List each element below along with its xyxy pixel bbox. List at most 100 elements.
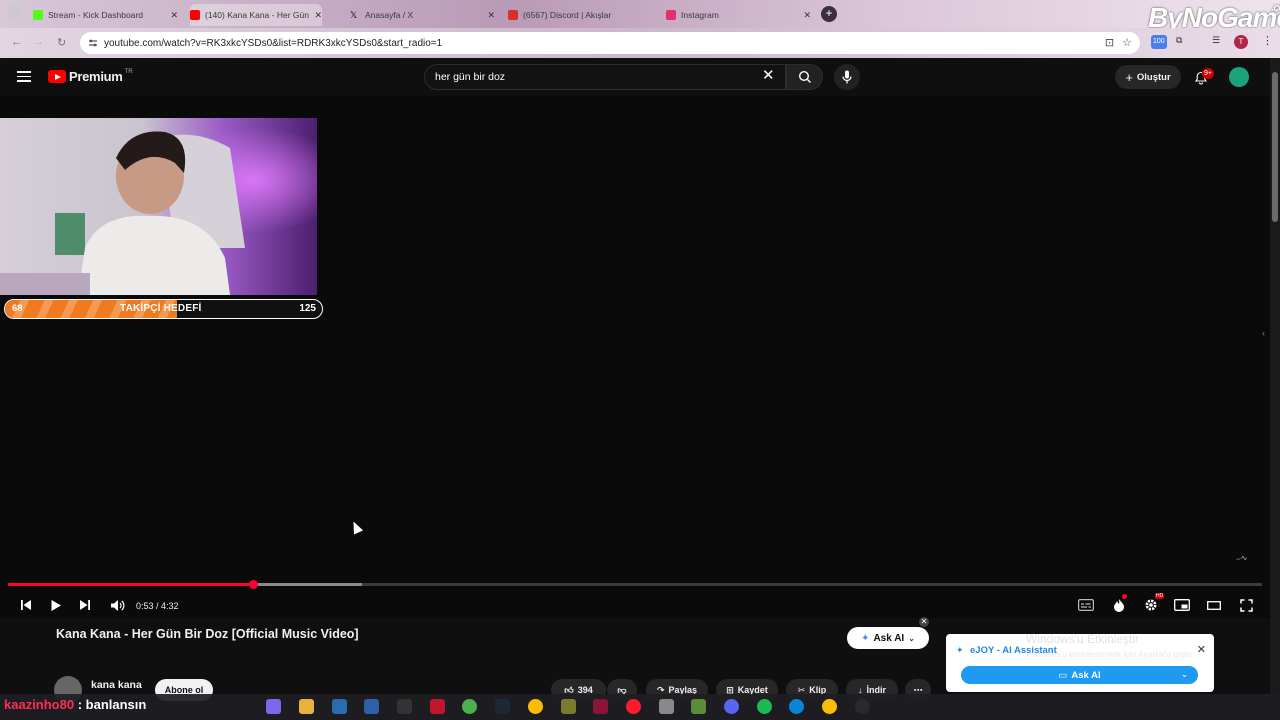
webcam-overlay: [0, 118, 317, 295]
opera-icon[interactable]: [626, 699, 641, 714]
sparkle-icon: ✦: [861, 632, 870, 644]
discord-icon: [508, 10, 518, 20]
youtube-logo[interactable]: Premium TR: [48, 69, 133, 84]
video-player[interactable]: 68 TAKİPÇİ HEDEFİ 125 ‹ ~∿ 0:53 / 4:32 H…: [0, 96, 1270, 618]
search-icon: [798, 70, 811, 83]
tab-youtube[interactable]: (140) Kana Kana - Her Gün ✕: [190, 4, 322, 26]
youtube-icon: [190, 10, 200, 20]
address-bar[interactable]: youtube.com/watch?v=RK3xkcYSDs0&list=RDR…: [80, 32, 1140, 54]
theater-mode-button[interactable]: [1205, 596, 1223, 614]
menu-icon[interactable]: [17, 71, 31, 82]
install-app-icon[interactable]: ⊡: [1105, 36, 1114, 49]
bookmark-star-icon[interactable]: ☆: [1122, 36, 1132, 49]
player-controls: 0:53 / 4:32 HD: [0, 592, 1270, 618]
miniplayer-button[interactable]: [1173, 596, 1191, 614]
browser-more-icon[interactable]: ⋮: [1262, 34, 1273, 48]
outlook-icon[interactable]: [332, 699, 347, 714]
tab-kick-dashboard[interactable]: Stream - Kick Dashboard ✕: [33, 4, 178, 26]
browser-menu-icon[interactable]: [8, 6, 22, 20]
taskbar-app-icon[interactable]: [266, 699, 281, 714]
scrollbar-thumb[interactable]: [1272, 72, 1278, 222]
taskbar-app-icon[interactable]: [462, 699, 477, 714]
fullscreen-button[interactable]: [1237, 596, 1255, 614]
tab-close-icon[interactable]: ✕: [170, 10, 178, 21]
site-settings-icon[interactable]: [88, 38, 98, 48]
browser-tab-strip: Stream - Kick Dashboard ✕ (140) Kana Kan…: [0, 0, 1280, 33]
tab-discord[interactable]: (6567) Discord | Akışlar: [508, 4, 653, 26]
new-tab-button[interactable]: +: [821, 6, 837, 22]
notifications-badge: 9+: [1202, 68, 1214, 79]
profile-avatar[interactable]: T: [1234, 35, 1248, 49]
forward-icon[interactable]: →: [33, 36, 44, 48]
taskbar-app-icon[interactable]: [364, 699, 379, 714]
account-avatar[interactable]: [1229, 67, 1249, 87]
chat-message: : banlansın: [74, 697, 147, 712]
tab-x[interactable]: 𝕏 Anasayfa / X ✕: [350, 4, 495, 26]
kick-icon: [33, 10, 43, 20]
mouse-cursor-icon: [348, 519, 364, 535]
settings-button[interactable]: HD: [1142, 593, 1165, 614]
search-button[interactable]: [786, 64, 823, 90]
ejoy-close-icon[interactable]: ✕: [1197, 643, 1206, 656]
mute-button[interactable]: [108, 596, 126, 614]
chevron-down-icon: ⌄: [908, 633, 915, 643]
tab-instagram[interactable]: Instagram ✕: [666, 4, 811, 26]
search-input[interactable]: her gün bir doz: [424, 64, 786, 90]
instagram-icon: [666, 10, 676, 20]
logo-text: Premium: [69, 69, 123, 84]
extensions-icon[interactable]: ⧉: [1176, 35, 1182, 49]
brand-suffix: .com: [1271, 2, 1280, 14]
discord-app-icon[interactable]: [724, 699, 739, 714]
reading-list-icon[interactable]: ☰: [1212, 35, 1220, 49]
tab-title: Stream - Kick Dashboard: [48, 10, 143, 20]
create-button[interactable]: + Oluştur: [1115, 65, 1181, 89]
video-title: Kana Kana - Her Gün Bir Doz [Official Mu…: [56, 627, 359, 641]
youtube-masthead: Premium TR her gün bir doz ✕ + Oluştur 9…: [0, 58, 1270, 96]
subtitles-button[interactable]: [1077, 596, 1095, 614]
play-button[interactable]: [48, 596, 64, 614]
spotify-icon[interactable]: [757, 699, 772, 714]
skip-previous-icon: [21, 600, 31, 610]
close-icon[interactable]: ✕: [919, 617, 929, 627]
steam-icon[interactable]: [495, 699, 510, 714]
extension-badge[interactable]: 100: [1151, 35, 1167, 49]
ambient-mode-button[interactable]: [1110, 594, 1128, 614]
page-scrollbar[interactable]: [1270, 58, 1280, 694]
minecraft-icon[interactable]: [691, 699, 706, 714]
ask-ai-label: Ask AI: [873, 632, 905, 644]
hd-badge-icon: HD: [1155, 593, 1165, 599]
epic-games-icon[interactable]: [397, 699, 412, 714]
ask-ai-button[interactable]: ✦ Ask AI ⌄: [847, 627, 929, 649]
previous-button[interactable]: [18, 596, 34, 614]
chrome-icon[interactable]: [528, 699, 543, 714]
taskbar-app-icon[interactable]: [659, 699, 674, 714]
follower-goal-label: TAKİPÇİ HEDEFİ: [120, 303, 202, 314]
ejoy-ask-ai-button[interactable]: ▭ Ask AI ⌄: [961, 666, 1198, 684]
taskbar-app-icon[interactable]: [593, 699, 608, 714]
back-icon[interactable]: ←: [11, 36, 22, 48]
taskbar-app-icon[interactable]: [855, 699, 870, 714]
skip-next-icon: [80, 600, 90, 610]
taskbar-app-icon[interactable]: [561, 699, 576, 714]
plus-icon: +: [1125, 69, 1133, 85]
tab-close-icon[interactable]: ✕: [314, 10, 322, 21]
tab-close-icon[interactable]: ✕: [803, 10, 811, 21]
next-button[interactable]: [77, 596, 93, 614]
voice-search-button[interactable]: [834, 64, 860, 90]
progress-bar[interactable]: [8, 580, 1262, 589]
chevron-left-icon[interactable]: ‹: [1262, 328, 1265, 338]
clear-search-icon[interactable]: ✕: [762, 68, 775, 84]
scrubber-handle[interactable]: [248, 580, 258, 589]
chrome-active-icon[interactable]: [822, 699, 837, 714]
edge-icon[interactable]: [789, 699, 804, 714]
tab-close-icon[interactable]: ✕: [487, 10, 495, 21]
fullscreen-icon: [1239, 598, 1253, 612]
file-explorer-icon[interactable]: [299, 699, 314, 714]
taskbar-app-icon[interactable]: [430, 699, 445, 714]
chat-username: kaazinho80: [4, 697, 75, 712]
reload-icon[interactable]: ↻: [57, 36, 66, 49]
tab-title: Anasayfa / X: [365, 10, 414, 20]
ejoy-ask-label: Ask AI: [1071, 669, 1101, 681]
browser-toolbar: ← → ↻ youtube.com/watch?v=RK3xkcYSDs0&li…: [0, 28, 1280, 58]
channel-name[interactable]: kana kana: [91, 679, 142, 691]
